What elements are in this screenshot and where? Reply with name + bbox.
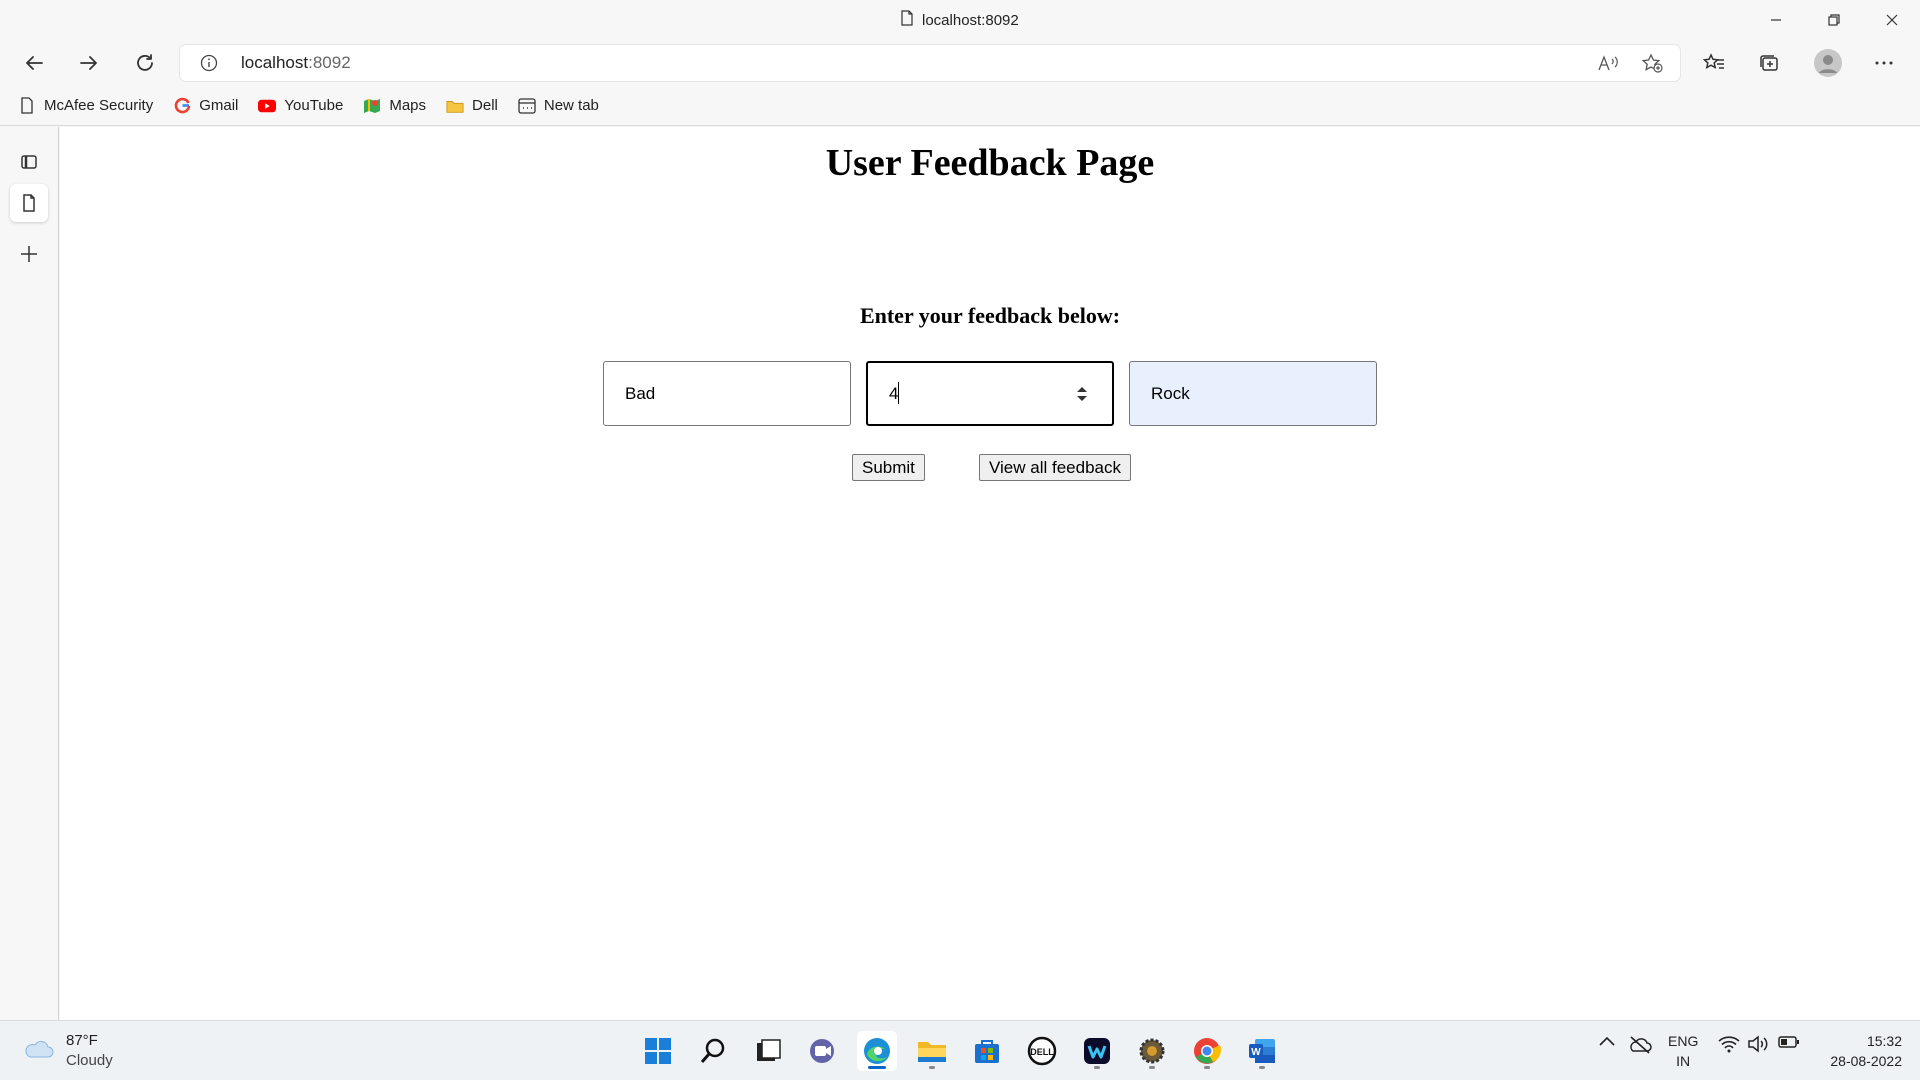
running-indicator (1094, 1066, 1100, 1069)
language-indicator[interactable]: ENG IN (1668, 1031, 1698, 1071)
text-cursor (898, 382, 899, 404)
svg-text:DELL: DELL (1030, 1047, 1054, 1057)
start-button[interactable] (638, 1031, 678, 1071)
running-indicator (1149, 1066, 1155, 1069)
google-icon (173, 97, 191, 115)
app-settings-gear-icon[interactable] (1132, 1031, 1172, 1071)
tab-actions-icon[interactable] (10, 143, 48, 181)
clock-time: 15:32 (1866, 1033, 1902, 1049)
language-code: ENG (1668, 1033, 1699, 1049)
cloud-icon (22, 1037, 54, 1066)
file-explorer-icon[interactable] (912, 1031, 952, 1071)
search-icon[interactable] (693, 1031, 733, 1071)
view-all-feedback-button[interactable]: View all feedback (979, 454, 1131, 481)
bookmark-youtube[interactable]: YouTube (258, 91, 343, 121)
clock-date: 28-08-2022 (1830, 1053, 1902, 1069)
url-host: localhost (241, 53, 309, 72)
minimize-button[interactable] (1748, 4, 1804, 36)
running-indicator (929, 1066, 935, 1069)
show-hidden-icons-chevron-icon[interactable] (1598, 1035, 1616, 1047)
chrome-icon[interactable] (1187, 1031, 1227, 1071)
weather-temp: 87°F (66, 1032, 98, 1049)
webex-icon[interactable] (1077, 1031, 1117, 1071)
volume-icon[interactable] (1747, 1035, 1769, 1053)
microsoft-store-icon[interactable] (967, 1031, 1007, 1071)
profile-avatar[interactable] (1810, 47, 1846, 79)
browser-toolbar: localhost:8092 (0, 40, 1920, 86)
restore-button[interactable] (1806, 4, 1862, 36)
word-icon[interactable]: W (1242, 1031, 1282, 1071)
bookmark-label: YouTube (284, 97, 344, 114)
taskbar: 87°F Cloudy DELL W ENG IN 15:32 28-08-20… (0, 1020, 1920, 1080)
running-indicator (1259, 1066, 1265, 1069)
read-aloud-icon[interactable] (1596, 53, 1620, 73)
window-title-text: localhost:8092 (922, 11, 1019, 29)
newtab-icon (518, 97, 536, 115)
maps-icon (363, 97, 381, 115)
close-button[interactable] (1864, 4, 1920, 36)
window-title: localhost:8092 (900, 10, 1019, 30)
bookmark-dell[interactable]: Dell (446, 91, 498, 121)
url-port: :8092 (308, 53, 351, 72)
active-indicator (868, 1066, 886, 1069)
bookmark-label: Maps (389, 97, 427, 114)
running-indicator (1204, 1066, 1210, 1069)
vertical-tabs-sidebar (0, 127, 59, 1020)
bookmark-maps[interactable]: Maps (363, 91, 426, 121)
dell-icon[interactable]: DELL (1022, 1031, 1062, 1071)
page-icon (18, 97, 36, 115)
address-url[interactable]: localhost:8092 (241, 53, 351, 73)
submit-button[interactable]: Submit (852, 454, 925, 481)
battery-icon[interactable] (1778, 1035, 1800, 1049)
bookmark-label: New tab (543, 97, 599, 114)
back-button[interactable] (14, 46, 54, 80)
form-instruction: Enter your feedback below: (859, 303, 1121, 328)
bookmark-newtab[interactable]: New tab (518, 91, 599, 121)
onedrive-offline-icon[interactable] (1628, 1035, 1652, 1055)
forward-button[interactable] (69, 46, 109, 80)
weather-condition: Cloudy (66, 1052, 113, 1069)
collections-icon[interactable] (1751, 47, 1787, 79)
bookmark-mcafee[interactable]: McAfee Security (18, 91, 153, 121)
feedback-input[interactable] (603, 361, 851, 426)
name-input[interactable] (1129, 361, 1377, 426)
wifi-icon[interactable] (1718, 1035, 1740, 1053)
system-clock[interactable]: 15:32 28-08-2022 (1830, 1031, 1902, 1071)
address-bar[interactable]: localhost:8092 (180, 45, 1680, 81)
bookmark-label: Gmail (199, 97, 239, 114)
youtube-icon (258, 97, 277, 115)
bookmark-label: Dell (472, 97, 498, 114)
teams-chat-icon[interactable] (802, 1031, 842, 1071)
bookmark-gmail[interactable]: Gmail (173, 91, 238, 121)
page-icon (900, 10, 914, 30)
folder-icon (446, 97, 464, 115)
number-spinner-icon[interactable] (1074, 384, 1090, 404)
window-title-bar: localhost:8092 (0, 0, 1920, 40)
favorites-icon[interactable] (1696, 47, 1732, 79)
task-view-icon[interactable] (748, 1031, 788, 1071)
bookmarks-bar: McAfee Security Gmail YouTube Maps Dell … (0, 86, 1920, 126)
add-favorite-icon[interactable] (1640, 53, 1664, 73)
more-menu-icon[interactable] (1866, 47, 1902, 79)
bookmark-label: McAfee Security (44, 97, 154, 114)
region-code: IN (1676, 1053, 1691, 1069)
tab-localhost[interactable] (10, 184, 48, 222)
page-title: User Feedback Page (825, 142, 1155, 184)
info-icon[interactable] (200, 54, 218, 77)
page-content: User Feedback Page Enter your feedback b… (60, 127, 1920, 1020)
edge-browser-icon[interactable] (857, 1031, 897, 1071)
weather-widget[interactable]: 87°F Cloudy (22, 1031, 113, 1071)
new-tab-button[interactable] (10, 235, 48, 273)
refresh-button[interactable] (125, 46, 165, 80)
svg-text:W: W (1251, 1047, 1261, 1058)
